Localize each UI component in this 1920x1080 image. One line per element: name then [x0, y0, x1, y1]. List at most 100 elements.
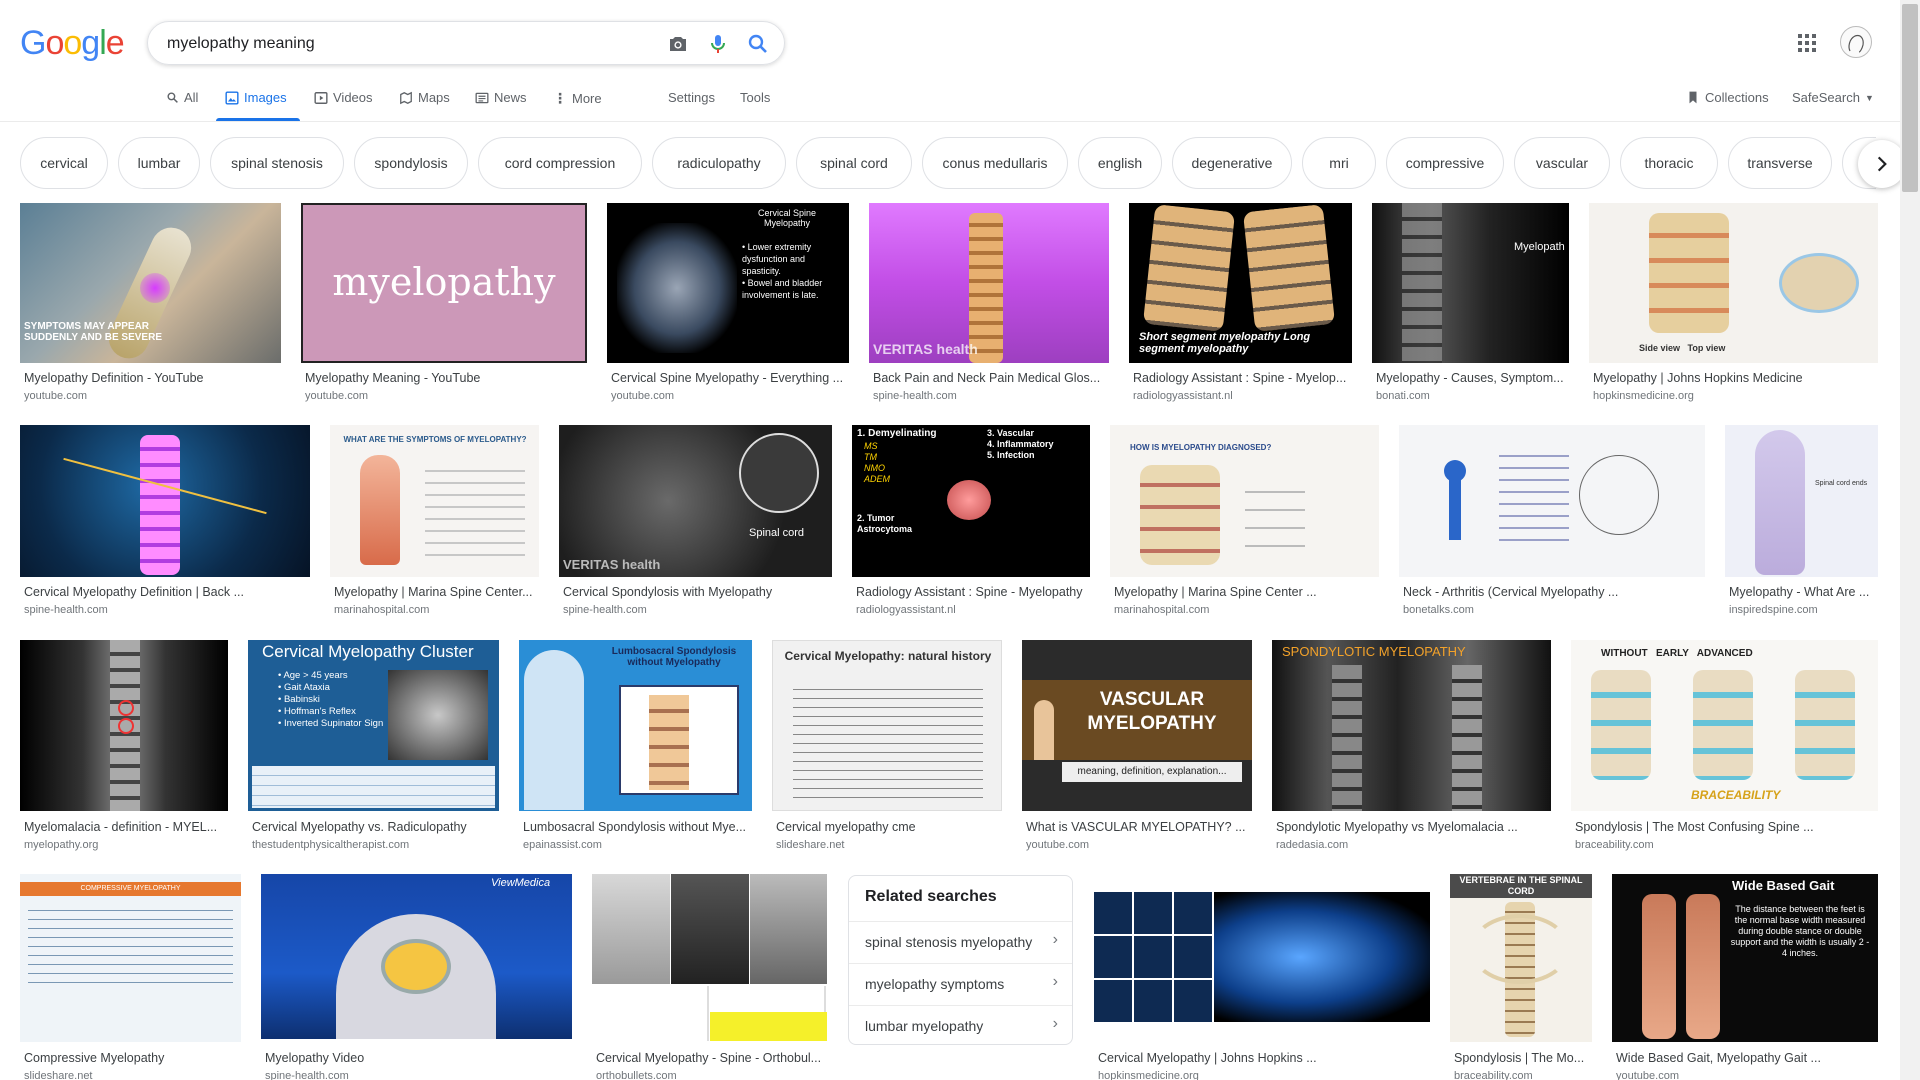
- result-thumbnail[interactable]: [1094, 874, 1430, 1042]
- result-source: radiologyassistant.nl: [1133, 390, 1233, 402]
- result-title[interactable]: Myelopathy - What Are ...: [1729, 585, 1876, 599]
- result-thumbnail[interactable]: Cervical Spine Myelopathy • Lower extrem…: [607, 203, 849, 363]
- result-thumbnail[interactable]: VERTEBRAE IN THE SPINAL CORD: [1450, 874, 1592, 1042]
- result-thumbnail[interactable]: Spinal cord ends: [1725, 425, 1878, 577]
- result-thumbnail[interactable]: ViewMedica: [261, 874, 572, 1039]
- tab-label: More: [572, 91, 602, 106]
- result-thumbnail[interactable]: Short segment myelopathy Long segment my…: [1129, 203, 1352, 363]
- tab-settings[interactable]: Settings: [668, 90, 715, 105]
- chip[interactable]: conus medullaris: [922, 137, 1068, 189]
- result-title[interactable]: Myelopathy | Johns Hopkins Medicine: [1593, 371, 1876, 385]
- result-title[interactable]: Myelopathy | Marina Spine Center...: [334, 585, 537, 599]
- search-input[interactable]: myelopathy meaning: [167, 35, 315, 53]
- result-thumbnail[interactable]: WHAT ARE THE SYMPTOMS OF MYELOPATHY?: [330, 425, 539, 577]
- chip[interactable]: lumbar: [118, 137, 200, 189]
- microphone-icon[interactable]: [706, 32, 730, 56]
- related-search-item[interactable]: spinal stenosis myelopathy ›: [849, 921, 1072, 961]
- apps-grid-icon[interactable]: [1795, 31, 1819, 55]
- result-title[interactable]: Cervical Myelopathy - Spine - Orthobul..…: [596, 1051, 825, 1065]
- logo-letter: g: [81, 24, 100, 62]
- chip[interactable]: thoracic: [1620, 137, 1718, 189]
- chips-next-button[interactable]: [1858, 140, 1906, 188]
- result-title[interactable]: Myelopathy | Marina Spine Center ...: [1114, 585, 1377, 599]
- tab-videos[interactable]: Videos: [314, 90, 373, 105]
- result-title[interactable]: Neck - Arthritis (Cervical Myelopathy ..…: [1403, 585, 1703, 599]
- result-title[interactable]: Back Pain and Neck Pain Medical Glos...: [873, 371, 1107, 385]
- chip[interactable]: cord compression: [478, 137, 642, 189]
- search-box[interactable]: myelopathy meaning: [147, 21, 785, 65]
- result-thumbnail[interactable]: Cervical Myelopathy: natural history: [772, 640, 1002, 811]
- result-title[interactable]: Radiology Assistant : Spine - Myelopathy: [856, 585, 1088, 599]
- result-thumbnail[interactable]: [20, 425, 310, 577]
- result-title[interactable]: Spondylosis | The Mo...: [1454, 1051, 1590, 1065]
- result-thumbnail[interactable]: SPONDYLOTIC MYELOPATHY: [1272, 640, 1551, 811]
- result-title[interactable]: What is VASCULAR MYELOPATHY? ...: [1026, 820, 1250, 834]
- chip[interactable]: spinal cord: [796, 137, 912, 189]
- result-title[interactable]: Spondylosis | The Most Confusing Spine .…: [1575, 820, 1876, 834]
- result-title[interactable]: Cervical Myelopathy | Johns Hopkins ...: [1098, 1051, 1428, 1065]
- result-thumbnail[interactable]: VERITAS health: [869, 203, 1109, 363]
- result-title[interactable]: Spondylotic Myelopathy vs Myelomalacia .…: [1276, 820, 1549, 834]
- result-thumbnail[interactable]: Myelopath: [1372, 203, 1569, 363]
- result-title[interactable]: Radiology Assistant : Spine - Myelop...: [1133, 371, 1350, 385]
- result-thumbnail[interactable]: WITHOUT EARLY ADVANCED BRACEABILITY: [1571, 640, 1878, 811]
- result-thumbnail[interactable]: VASCULAR MYELOPATHY meaning, definition,…: [1022, 640, 1252, 811]
- chip[interactable]: spinal stenosis: [210, 137, 344, 189]
- search-icon[interactable]: [746, 32, 770, 56]
- result-title[interactable]: Myelopathy Video: [265, 1051, 570, 1065]
- result-source: inspiredspine.com: [1729, 604, 1818, 616]
- result-thumbnail[interactable]: SYMPTOMS MAY APPEAR SUDDENLY AND BE SEVE…: [20, 203, 281, 363]
- result-thumbnail[interactable]: [20, 640, 228, 811]
- result-title[interactable]: Wide Based Gait, Myelopathy Gait ...: [1616, 1051, 1876, 1065]
- spine-shape: [649, 695, 689, 790]
- result-thumbnail[interactable]: [1399, 425, 1705, 577]
- avatar[interactable]: [1840, 26, 1872, 58]
- thumbnail-caption: Cervical Myelopathy Cluster: [262, 642, 474, 661]
- result-title[interactable]: Cervical Myelopathy Definition | Back ..…: [24, 585, 308, 599]
- result-title[interactable]: Myelopathy Definition - YouTube: [24, 371, 279, 385]
- active-tab-indicator: [216, 118, 300, 121]
- result-title[interactable]: Myelopathy Meaning - YouTube: [305, 371, 585, 385]
- result-thumbnail[interactable]: 1. Demyelinating MS TM NMO ADEM 3. Vascular…: [852, 425, 1090, 577]
- result-title[interactable]: Cervical myelopathy cme: [776, 820, 1000, 834]
- result-title[interactable]: Myelopathy - Causes, Symptom...: [1376, 371, 1567, 385]
- result-thumbnail[interactable]: [592, 874, 827, 1041]
- related-search-item[interactable]: lumbar myelopathy ›: [849, 1005, 1072, 1045]
- result-thumbnail[interactable]: myelopathy: [301, 203, 587, 363]
- chip[interactable]: degenerative: [1172, 137, 1292, 189]
- result-thumbnail[interactable]: Side view Top view: [1589, 203, 1878, 363]
- chip[interactable]: spondylosis: [354, 137, 468, 189]
- related-search-item[interactable]: myelopathy symptoms ›: [849, 963, 1072, 1003]
- tab-more[interactable]: ⋮ More: [553, 90, 602, 107]
- result-thumbnail[interactable]: Lumbosacral Spondylosis without Myelopat…: [519, 640, 752, 811]
- result-thumbnail[interactable]: VERITAS health Spinal cord: [559, 425, 832, 577]
- result-title[interactable]: Myelomalacia - definition - MYEL...: [24, 820, 226, 834]
- result-title[interactable]: Cervical Myelopathy vs. Radiculopathy: [252, 820, 497, 834]
- result-thumbnail[interactable]: Cervical Myelopathy Cluster • Age > 45 y…: [248, 640, 499, 811]
- tab-tools[interactable]: Tools: [740, 90, 770, 105]
- tab-news[interactable]: News: [475, 90, 527, 105]
- thumbnail-caption: COMPRESSIVE MYELOPATHY: [20, 882, 241, 896]
- safesearch-button[interactable]: SafeSearch ▼: [1792, 90, 1874, 105]
- chip[interactable]: vascular: [1514, 137, 1610, 189]
- chip[interactable]: mri: [1302, 137, 1376, 189]
- tab-all[interactable]: All: [166, 90, 198, 105]
- tab-images[interactable]: Images: [225, 90, 287, 105]
- scrollbar-thumb[interactable]: [1902, 4, 1918, 192]
- chip[interactable]: radiculopathy: [652, 137, 786, 189]
- result-title[interactable]: Cervical Spine Myelopathy - Everything .…: [611, 371, 847, 385]
- result-title[interactable]: Compressive Myelopathy: [24, 1051, 239, 1065]
- chip[interactable]: compressive: [1386, 137, 1504, 189]
- result-thumbnail[interactable]: COMPRESSIVE MYELOPATHY: [20, 874, 241, 1042]
- tab-maps[interactable]: Maps: [399, 90, 450, 105]
- chip[interactable]: cervical: [20, 137, 108, 189]
- result-title[interactable]: Cervical Spondylosis with Myelopathy: [563, 585, 830, 599]
- collections-button[interactable]: Collections: [1686, 90, 1769, 105]
- camera-icon[interactable]: [666, 32, 690, 56]
- chip[interactable]: english: [1078, 137, 1162, 189]
- chip[interactable]: transverse: [1728, 137, 1832, 189]
- google-logo[interactable]: Google: [20, 24, 125, 63]
- result-thumbnail[interactable]: Wide Based Gait The distance between the…: [1612, 874, 1878, 1042]
- result-title[interactable]: Lumbosacral Spondylosis without Mye...: [523, 820, 750, 834]
- result-thumbnail[interactable]: HOW IS MYELOPATHY DIAGNOSED?: [1110, 425, 1379, 577]
